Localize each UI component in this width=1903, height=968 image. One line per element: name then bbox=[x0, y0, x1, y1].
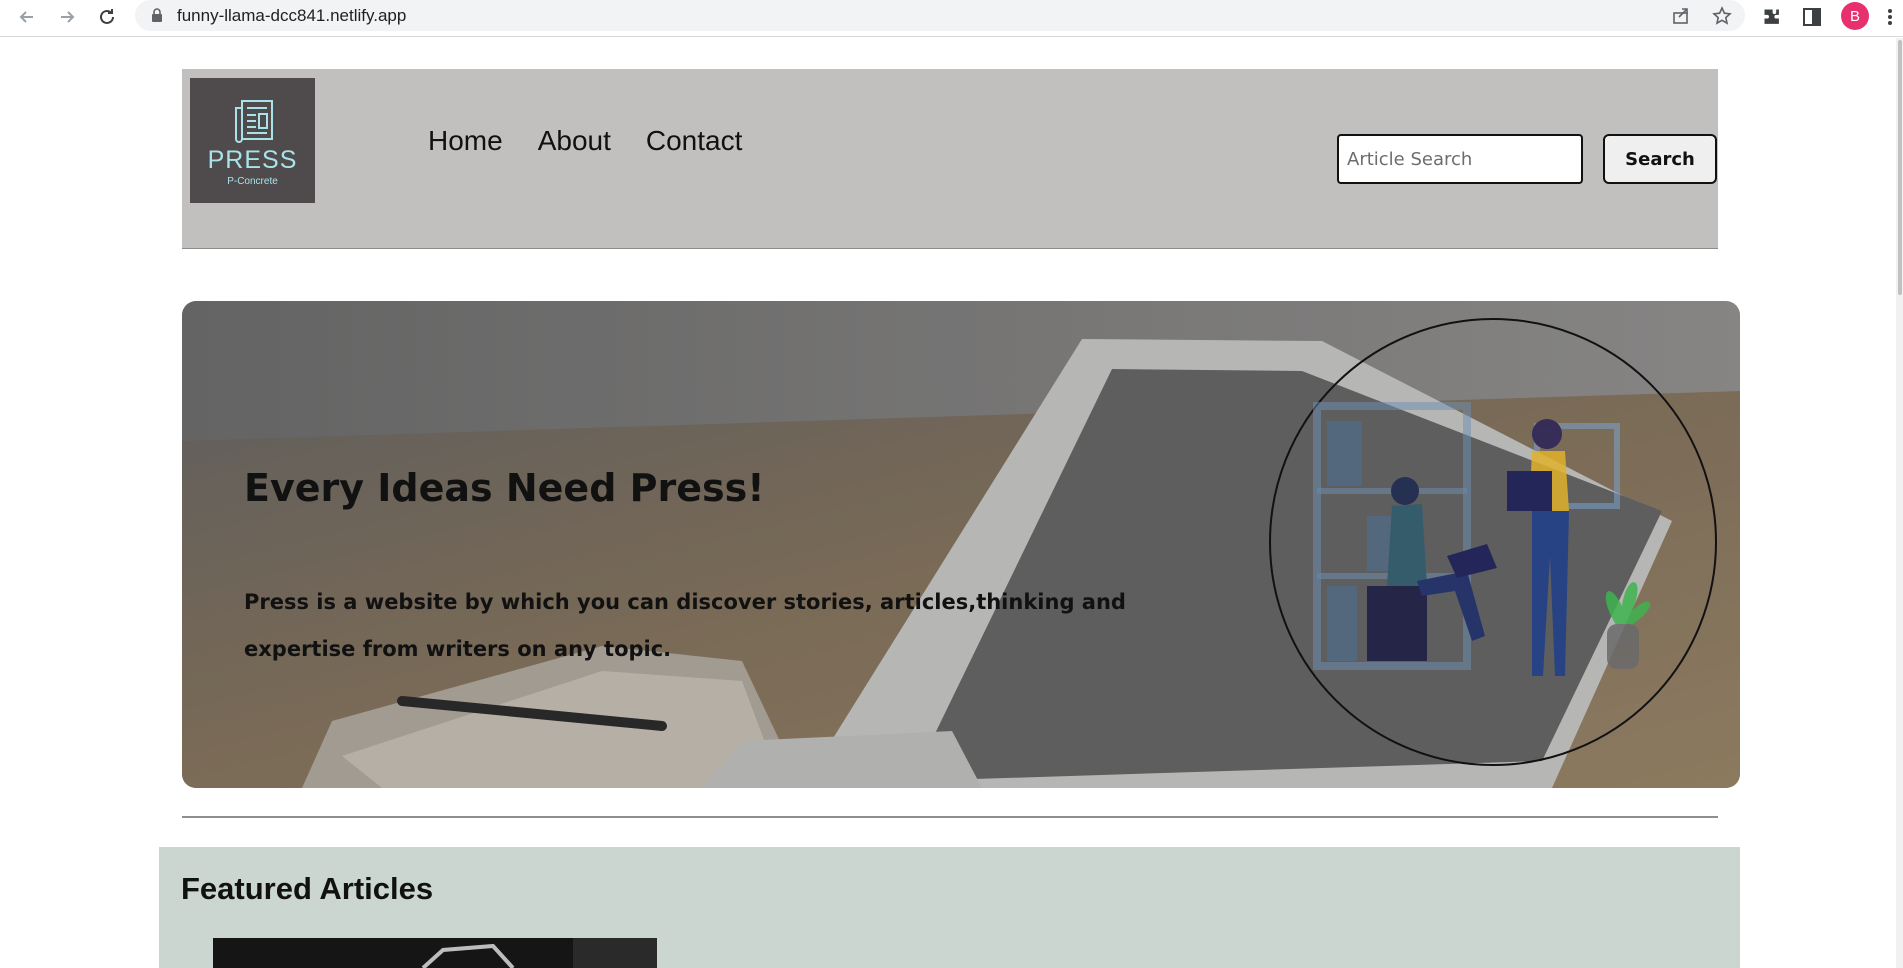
nav-about-link[interactable]: About bbox=[538, 125, 611, 157]
site-header: PRESS P-Concrete Home About Contact Sear… bbox=[182, 69, 1718, 249]
logo-tagline: P-Concrete bbox=[227, 176, 278, 187]
profile-avatar[interactable]: B bbox=[1841, 2, 1869, 30]
nav-contact-link[interactable]: Contact bbox=[646, 125, 743, 157]
featured-articles-heading: Featured Articles bbox=[181, 871, 434, 906]
extensions-icon[interactable] bbox=[1760, 5, 1784, 29]
menu-dots-icon[interactable] bbox=[1884, 5, 1896, 29]
newspaper-icon bbox=[234, 100, 273, 143]
search-button[interactable]: Search bbox=[1603, 134, 1717, 184]
nav-home-link[interactable]: Home bbox=[428, 125, 503, 157]
hero-title: Every Ideas Need Press! bbox=[244, 466, 765, 510]
lock-icon bbox=[152, 8, 162, 22]
main-nav: Home About Contact bbox=[428, 125, 742, 157]
people-working-illustration bbox=[1313, 402, 1651, 676]
url-text: funny-llama-dcc841.netlify.app bbox=[177, 6, 407, 25]
scrollbar-thumb[interactable] bbox=[1898, 40, 1902, 295]
article-search-input[interactable] bbox=[1337, 134, 1583, 184]
section-divider bbox=[182, 816, 1718, 818]
hero-description: Press is a website by which you can disc… bbox=[244, 590, 1126, 661]
browser-toolbar: funny-llama-dcc841.netlify.app B bbox=[0, 0, 1903, 37]
back-icon[interactable] bbox=[14, 4, 40, 30]
address-bar[interactable]: funny-llama-dcc841.netlify.app bbox=[135, 0, 1745, 31]
bookmark-star-icon[interactable] bbox=[1711, 5, 1733, 27]
logo-wordmark: PRESS bbox=[207, 146, 298, 174]
featured-articles-section: Featured Articles bbox=[159, 847, 1740, 968]
hero-banner: Every Ideas Need Press! Press is a websi… bbox=[182, 301, 1740, 788]
site-logo[interactable]: PRESS P-Concrete bbox=[190, 78, 315, 203]
side-panel-icon[interactable] bbox=[1800, 5, 1824, 29]
forward-icon[interactable] bbox=[54, 4, 80, 30]
featured-article-card-image[interactable] bbox=[213, 938, 657, 968]
reload-icon[interactable] bbox=[94, 4, 120, 30]
share-icon[interactable] bbox=[1670, 5, 1692, 27]
article-thumbnail-image bbox=[213, 938, 657, 968]
